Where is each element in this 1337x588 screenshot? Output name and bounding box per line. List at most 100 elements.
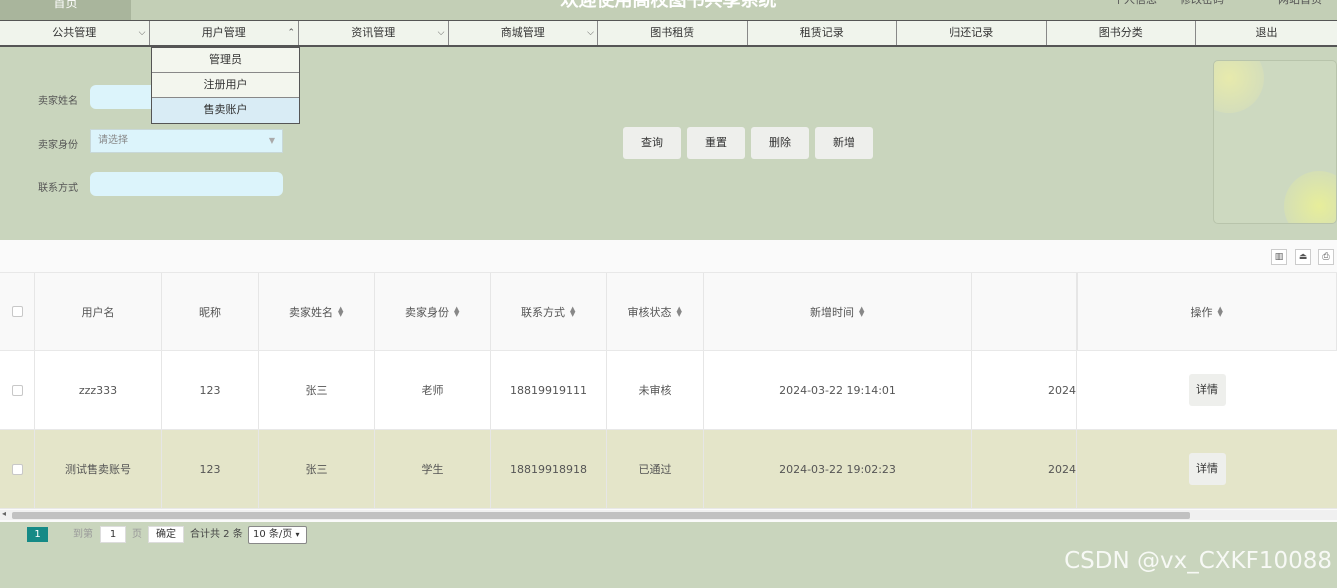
scroll-left-icon[interactable]: ◂ (2, 509, 6, 518)
profile-link[interactable]: 个人信息 (1113, 0, 1157, 8)
goto-confirm-button[interactable]: 确定 (148, 526, 184, 543)
nav-public-management[interactable]: 公共管理 ⌵ (0, 21, 150, 45)
total-count: 合计共 2 条 (190, 529, 243, 540)
select-all-checkbox[interactable] (11, 306, 23, 317)
nav-label: 用户管理 (201, 26, 246, 39)
chevron-down-icon: ⌵ (138, 28, 146, 38)
header-created-time[interactable]: 新增时间 ▲ ▼ (704, 273, 972, 350)
export-icon[interactable]: ⏏ (1295, 249, 1311, 265)
header-actions[interactable]: 操作 ▲ ▼ (1077, 273, 1337, 350)
preview-panel (1213, 60, 1337, 224)
table-row[interactable]: 测试售卖账号 123 张三 学生 18819918918 已通过 2024-03… (0, 430, 1337, 509)
nav-label: 资讯管理 (351, 26, 396, 39)
header-bar: 首页 欢迎使用高校图书共享系统 个人信息 修改密码 网站首页 (0, 0, 1337, 20)
chevron-down-icon: ⌵ (587, 28, 594, 38)
nav-user-management[interactable]: 用户管理 ⌃ (150, 21, 299, 45)
add-button[interactable]: 新增 (815, 127, 873, 159)
page-size-select[interactable]: 10 条/页 ▾ (248, 526, 307, 544)
seller-name-label: 卖家姓名 (38, 96, 78, 107)
pagination: 1 到第 1 页 确定 合计共 2 条 10 条/页 ▾ (0, 522, 1337, 546)
sort-icon: ▲ ▼ (676, 304, 682, 318)
cell-nickname: 123 (162, 430, 259, 508)
nav-news-management[interactable]: 资讯管理 ⌵ (299, 21, 449, 45)
header-label: 卖家姓名 (289, 305, 333, 319)
contact-input[interactable] (90, 172, 283, 196)
cell-status: 已通过 (607, 430, 704, 508)
goto-label: 到第 (73, 529, 93, 540)
row-select-cell (0, 430, 35, 508)
menu-item-seller-accounts[interactable]: 售卖账户 (152, 98, 299, 123)
nav-label: 归还记录 (949, 26, 994, 39)
sort-icon: ▲ ▼ (1217, 304, 1223, 318)
nav-shop-management[interactable]: 商城管理 ⌵ (449, 21, 598, 45)
select-placeholder: 请选择 (98, 135, 128, 146)
nav-label: 图书分类 (1098, 26, 1143, 39)
header-contact[interactable]: 联系方式 ▲ ▼ (491, 273, 607, 350)
seller-identity-select[interactable]: 请选择 ▼ (90, 129, 283, 153)
print-icon[interactable]: ⎙ (1318, 249, 1334, 265)
chevron-up-icon: ⌃ (287, 28, 295, 38)
sort-icon: ▲ ▼ (454, 304, 460, 318)
menu-item-registered-users[interactable]: 注册用户 (152, 73, 299, 98)
cell-username: zzz333 (35, 351, 162, 429)
user-management-dropdown: 管理员 注册用户 售卖账户 (151, 47, 300, 124)
main-nav: 公共管理 ⌵ 用户管理 ⌃ 资讯管理 ⌵ 商城管理 ⌵ 图书租赁 租赁记录 归还记录 图… (0, 20, 1337, 47)
cell-extra: 2024 (972, 351, 1077, 429)
scrollbar-thumb[interactable] (12, 512, 1190, 519)
cell-username: 测试售卖账号 (35, 430, 162, 508)
cell-extra: 2024 (972, 430, 1077, 508)
header-review-status[interactable]: 审核状态 ▲ ▼ (607, 273, 704, 350)
cell-seller-name: 张三 (259, 351, 375, 429)
sort-icon: ▲ ▼ (859, 304, 865, 318)
cell-created: 2024-03-22 19:14:01 (704, 351, 972, 429)
site-home-link[interactable]: 网站首页 (1278, 0, 1322, 8)
nav-label: 退出 (1255, 26, 1278, 39)
nav-label: 商城管理 (500, 26, 545, 39)
menu-item-admin[interactable]: 管理员 (152, 48, 299, 73)
table-row[interactable]: zzz333 123 张三 老师 18819919111 未审核 2024-03… (0, 351, 1337, 430)
nav-book-category[interactable]: 图书分类 (1047, 21, 1196, 45)
cell-identity: 学生 (375, 430, 491, 508)
row-checkbox[interactable] (11, 463, 23, 475)
horizontal-scrollbar[interactable]: ◂ (0, 509, 1337, 520)
detail-button[interactable]: 详情 (1188, 374, 1226, 406)
header-seller-name[interactable]: 卖家姓名 ▲ ▼ (259, 273, 375, 350)
delete-button[interactable]: 删除 (751, 127, 809, 159)
header-label: 新增时间 (810, 305, 854, 319)
cell-nickname: 123 (162, 351, 259, 429)
chevron-down-icon: ▾ (295, 530, 300, 539)
header-username: 用户名 (35, 273, 162, 350)
cell-contact: 18819919111 (491, 351, 607, 429)
nav-label: 租赁记录 (799, 26, 844, 39)
cell-actions: 详情 (1077, 351, 1337, 429)
header-seller-identity[interactable]: 卖家身份 ▲ ▼ (375, 273, 491, 350)
current-page-button[interactable]: 1 (27, 527, 48, 542)
goto-page-input[interactable]: 1 (100, 526, 126, 543)
decor-glow (1284, 171, 1336, 223)
change-password-link[interactable]: 修改密码 (1180, 0, 1224, 8)
cell-identity: 老师 (375, 351, 491, 429)
nav-label: 图书租赁 (650, 26, 695, 39)
contact-label: 联系方式 (38, 183, 78, 194)
nav-book-rental[interactable]: 图书租赁 (598, 21, 748, 45)
header-label: 审核状态 (627, 305, 672, 319)
columns-icon[interactable]: ▥ (1271, 249, 1287, 265)
row-select-cell (0, 351, 35, 429)
page-size-value: 10 条/页 (253, 529, 293, 540)
nav-rental-records[interactable]: 租赁记录 (748, 21, 897, 45)
cell-contact: 18819918918 (491, 430, 607, 508)
select-all-cell (0, 273, 35, 350)
nav-return-records[interactable]: 归还记录 (897, 21, 1047, 45)
page-unit-label: 页 (132, 529, 142, 540)
header-extra (972, 273, 1077, 350)
reset-button[interactable]: 重置 (687, 127, 745, 159)
detail-button[interactable]: 详情 (1188, 453, 1226, 485)
row-checkbox[interactable] (11, 384, 23, 396)
data-table: ▥ ⏏ ⎙ 用户名 昵称 卖家姓名 ▲ ▼ 卖家身份 ▲ ▼ 联系方式 ▲ ▼ 审核状态 ▲ ▼… (0, 240, 1337, 522)
seller-identity-label: 卖家身份 (38, 140, 78, 151)
cell-seller-name: 张三 (259, 430, 375, 508)
query-button[interactable]: 查询 (623, 127, 681, 159)
header-nickname: 昵称 (162, 273, 259, 350)
table-header: 用户名 昵称 卖家姓名 ▲ ▼ 卖家身份 ▲ ▼ 联系方式 ▲ ▼ 审核状态 ▲ ▼ 新增时间 ▲… (0, 272, 1337, 351)
nav-logout[interactable]: 退出 (1196, 21, 1337, 45)
